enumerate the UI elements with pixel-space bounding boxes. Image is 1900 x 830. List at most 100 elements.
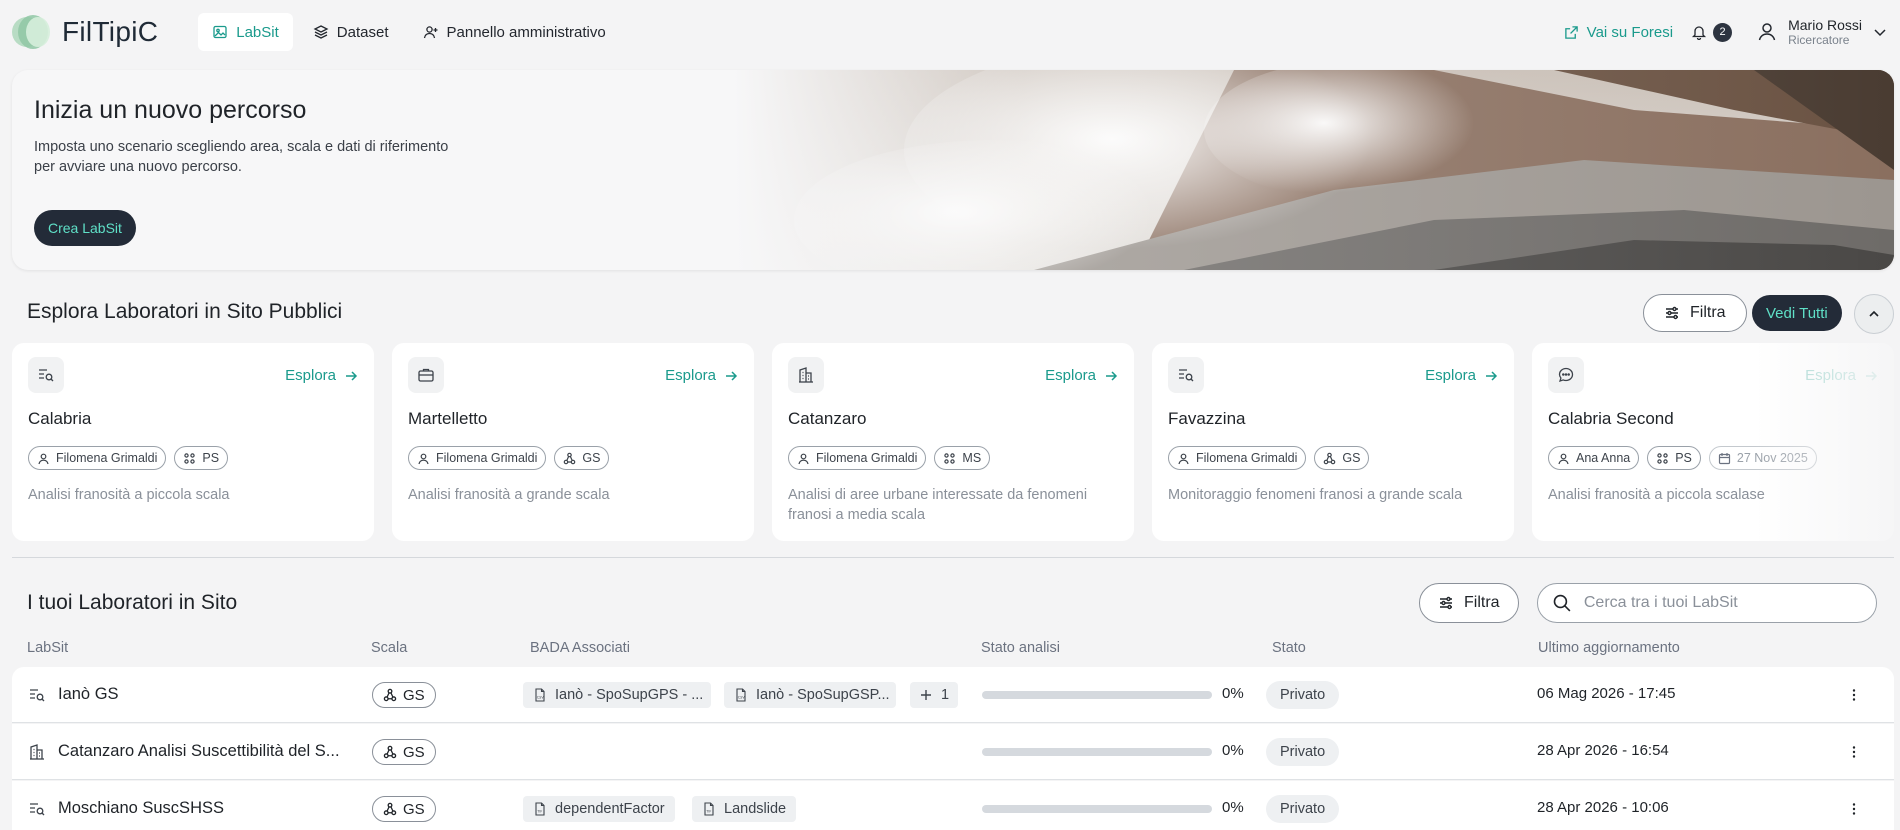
my-labsit-section-title: I tuoi Laboratori in Sito bbox=[27, 591, 238, 614]
labsit-name[interactable]: Moschiano SuscSHSS bbox=[58, 799, 224, 818]
scale-tag: GS bbox=[1314, 446, 1370, 470]
column-header[interactable]: Stato bbox=[1272, 640, 1306, 656]
top-bar: FilTipiC LabSit Dataset Pannello amminis… bbox=[0, 0, 1900, 64]
public-labsit-card[interactable]: Esplora Favazzina Filomena Grimaldi GS M… bbox=[1152, 343, 1514, 541]
card-title: Favazzina bbox=[1168, 409, 1246, 428]
labsit-search-box[interactable] bbox=[1537, 583, 1877, 623]
scale-code: PS bbox=[202, 451, 220, 465]
column-header[interactable]: Stato analisi bbox=[981, 640, 1060, 656]
app-logo[interactable]: FilTipiC bbox=[12, 13, 158, 51]
nav-item-dataset[interactable]: Dataset bbox=[299, 13, 403, 51]
scale-pill: GS bbox=[372, 739, 436, 765]
hero-description: Imposta uno scenario scegliendo area, sc… bbox=[34, 137, 494, 177]
explore-link[interactable]: Esplora bbox=[1425, 367, 1498, 384]
more-vertical-icon[interactable] bbox=[1845, 743, 1863, 761]
scale-tag: PS bbox=[1647, 446, 1701, 470]
layers-icon bbox=[313, 25, 329, 39]
buildings-icon bbox=[30, 744, 44, 760]
hero-desc-line: per avviare una nuovo percorso. bbox=[34, 159, 242, 175]
card-type-icon-box bbox=[28, 357, 64, 393]
public-labsit-card[interactable]: Esplora Calabria Filomena Grimaldi PS An… bbox=[12, 343, 374, 541]
avatar bbox=[1756, 20, 1778, 45]
card-description: Analisi franosità a grande scala bbox=[408, 487, 610, 503]
card-tags: Ana Anna PS 27 Nov 2025 bbox=[1548, 446, 1817, 470]
nav-item-labsit[interactable]: LabSit bbox=[198, 13, 293, 51]
table-row[interactable]: Ianò GS GS CSV Ianò - SpoSupGPS - ... CS… bbox=[12, 667, 1894, 723]
bada-chip[interactable]: CSV Ianò - SpoSupGPS - ... bbox=[523, 682, 711, 708]
column-header[interactable]: BADA Associati bbox=[530, 640, 630, 656]
status-badge: Privato bbox=[1266, 795, 1340, 823]
date-tag: 27 Nov 2025 bbox=[1708, 446, 1817, 470]
labsit-name[interactable]: Ianò GS bbox=[58, 685, 119, 704]
bada-chip[interactable]: TIF Landslide bbox=[692, 796, 797, 822]
main-nav: LabSit Dataset Pannello amministrativo bbox=[198, 13, 620, 51]
hero-title: Inizia un nuovo percorso bbox=[34, 96, 307, 124]
create-labsit-button[interactable]: Crea LabSit bbox=[34, 210, 136, 246]
owner-tag: Filomena Grimaldi bbox=[28, 446, 167, 470]
chevron-down-icon bbox=[1874, 29, 1886, 37]
table-row[interactable]: Moschiano SuscSHSS GS TIF dependentFacto… bbox=[12, 781, 1894, 830]
public-labsit-card[interactable]: Esplora Catanzaro Filomena Grimaldi MS A… bbox=[772, 343, 1134, 541]
notifications-button[interactable]: 2 bbox=[1691, 22, 1733, 42]
explore-link[interactable]: Esplora bbox=[285, 367, 358, 384]
explore-link[interactable]: Esplora bbox=[1045, 367, 1118, 384]
foresi-link[interactable]: Vai su Foresi bbox=[1564, 24, 1673, 41]
column-header[interactable]: Scala bbox=[371, 640, 407, 656]
public-labsit-card[interactable]: Esplora Martelletto Filomena Grimaldi GS… bbox=[392, 343, 754, 541]
public-labsit-carousel: Esplora Calabria Filomena Grimaldi PS An… bbox=[12, 343, 1894, 541]
chevron-up-icon bbox=[1869, 310, 1879, 317]
analysis-progress-bar bbox=[982, 691, 1212, 699]
nav-label: Pannello amministrativo bbox=[446, 23, 606, 41]
my-labsit-filter-button[interactable]: Filtra bbox=[1419, 583, 1519, 623]
search-input[interactable] bbox=[1583, 594, 1862, 612]
calendar-icon bbox=[1718, 452, 1731, 464]
table-row[interactable]: Catanzaro Analisi Suscettibilità del S..… bbox=[12, 724, 1894, 780]
card-title: Calabria bbox=[28, 409, 92, 428]
card-title: Catanzaro bbox=[788, 409, 867, 428]
user-icon bbox=[1178, 453, 1189, 464]
buildings-icon bbox=[799, 367, 813, 383]
scale-code: MS bbox=[962, 451, 982, 465]
column-header[interactable]: LabSit bbox=[27, 640, 68, 656]
scale-code: PS bbox=[1675, 451, 1692, 465]
more-vertical-icon[interactable] bbox=[1845, 800, 1863, 818]
nav-item-admin[interactable]: Pannello amministrativo bbox=[409, 13, 620, 51]
user-icon bbox=[1558, 453, 1569, 464]
sliders-icon bbox=[1666, 306, 1678, 320]
bada-chip[interactable]: CSV Ianò - SpoSupGSP... bbox=[724, 682, 896, 708]
bada-chip[interactable]: TIF dependentFactor bbox=[523, 796, 675, 822]
external-link-icon bbox=[1564, 25, 1578, 39]
scale-tag: GS bbox=[554, 446, 610, 470]
collapse-explore-button[interactable] bbox=[1854, 294, 1894, 334]
see-all-button[interactable]: Vedi Tutti bbox=[1752, 295, 1842, 331]
filter-label: Filtra bbox=[1464, 594, 1500, 611]
search-list-icon bbox=[1179, 369, 1194, 382]
nodes-scale-icon bbox=[383, 688, 397, 702]
nav-label: LabSit bbox=[236, 23, 279, 41]
explore-link[interactable]: Esplora bbox=[665, 367, 738, 384]
public-labsit-card[interactable]: Esplora Calabria Second Ana Anna PS 27 N… bbox=[1532, 343, 1894, 541]
column-header[interactable]: Ultimo aggiornamento bbox=[1538, 640, 1680, 656]
labsit-name[interactable]: Catanzaro Analisi Suscettibilità del S..… bbox=[58, 742, 340, 761]
owner-tag: Filomena Grimaldi bbox=[408, 446, 547, 470]
explore-link[interactable]: Esplora bbox=[1805, 367, 1878, 384]
bada-label: dependentFactor bbox=[555, 801, 665, 817]
more-vertical-icon[interactable] bbox=[1845, 686, 1863, 704]
bada-more-chip[interactable]: 1 bbox=[910, 682, 958, 708]
status-badge: Privato bbox=[1266, 681, 1340, 709]
bada-label: Landslide bbox=[724, 801, 787, 817]
scale-tag: MS bbox=[934, 446, 991, 470]
card-type-icon-box bbox=[408, 357, 444, 393]
last-updated: 28 Apr 2026 - 16:54 bbox=[1537, 742, 1669, 759]
filter-label: Filtra bbox=[1690, 304, 1726, 321]
nodes-scale-icon bbox=[1324, 452, 1336, 464]
logo-mark-icon bbox=[12, 13, 50, 51]
search-list-icon bbox=[30, 689, 45, 702]
scale-code: GS bbox=[1342, 451, 1361, 465]
user-icon bbox=[1758, 22, 1776, 40]
user-menu[interactable]: Mario Rossi Ricercatore bbox=[1756, 17, 1888, 47]
arrow-right-icon bbox=[726, 370, 738, 381]
card-tags: Filomena Grimaldi MS bbox=[788, 446, 991, 470]
grid-scale-icon bbox=[1657, 452, 1668, 464]
explore-filter-button[interactable]: Filtra bbox=[1643, 294, 1747, 332]
